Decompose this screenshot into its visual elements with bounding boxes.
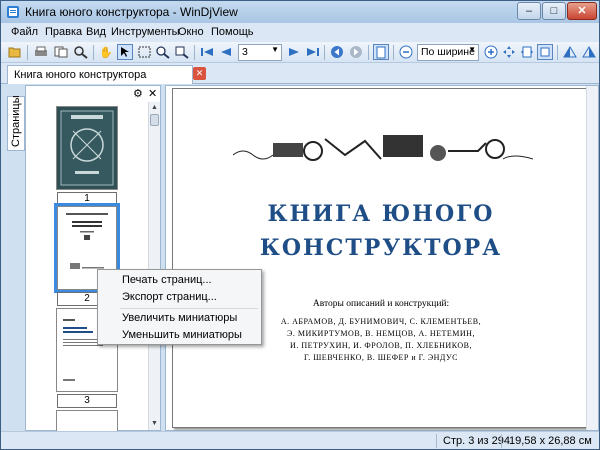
cover-art — [60, 110, 114, 186]
engraving-illustration — [233, 135, 533, 161]
zoom-rect-icon[interactable] — [155, 44, 171, 60]
forward-icon[interactable] — [348, 44, 364, 60]
tab-strip: Книга юного конструктора ✕ — [1, 63, 599, 84]
thumbnail-number: 3 — [57, 394, 117, 408]
app-window: Книга юного конструктора - WinDjView – □… — [0, 0, 600, 450]
page-number-value: 3 — [242, 46, 248, 58]
document-page: КНИГА ЮНОГО КОНСТРУКТОРА Авторы описаний… — [172, 88, 588, 428]
last-page-icon[interactable] — [305, 44, 321, 60]
next-page-icon[interactable] — [286, 44, 302, 60]
context-menu: Печать страниц... Экспорт страниц... Уве… — [97, 269, 262, 345]
print-icon[interactable] — [33, 44, 49, 60]
magnifier-icon[interactable] — [174, 44, 190, 60]
maximize-button[interactable]: □ — [542, 2, 566, 20]
document-view[interactable]: КНИГА ЮНОГО КОНСТРУКТОРА Авторы описаний… — [165, 85, 599, 431]
document-scrollbar[interactable] — [586, 86, 598, 430]
chevron-down-icon[interactable]: ▼ — [271, 45, 279, 54]
scroll-down-icon[interactable]: ▼ — [149, 418, 160, 429]
menu-item-print-pages[interactable]: Печать страниц... — [122, 274, 212, 286]
pane-header: ⚙ ✕ — [26, 86, 160, 102]
fit-page-icon[interactable] — [501, 44, 517, 60]
menu-help[interactable]: Помощь — [211, 26, 254, 38]
zoom-plus-icon[interactable] — [483, 44, 499, 60]
scroll-thumb[interactable] — [150, 114, 159, 126]
close-button[interactable]: ✕ — [567, 2, 597, 20]
window-title: Книга юного конструктора - WinDjView — [25, 5, 238, 19]
find-icon[interactable] — [73, 44, 89, 60]
close-pane-icon[interactable]: ✕ — [148, 87, 157, 100]
minimize-button[interactable]: – — [517, 2, 541, 20]
toolbar: ✋ 3 ▼ По ширине ▼ — [1, 42, 599, 63]
menu-item-export-pages[interactable]: Экспорт страниц... — [122, 291, 217, 303]
rotate-left-icon[interactable] — [562, 44, 578, 60]
thumbnails-scrollbar[interactable]: ▲ ▼ — [148, 102, 160, 430]
chevron-down-icon[interactable]: ▼ — [468, 45, 476, 54]
status-page-info: Стр. 3 из 294 — [443, 435, 510, 447]
thumbnails-pane: ⚙ ✕ 1 2 3 ▲ ▼ — [25, 85, 161, 432]
select-cursor-icon[interactable] — [117, 44, 133, 60]
menu-edit[interactable]: Правка — [45, 26, 82, 38]
authors-line: Г. ШЕВЧЕНКО, В. ШЕФЕР и Г. ЭНДУС — [304, 353, 458, 362]
zoom-value: По ширине — [421, 46, 475, 58]
menu-window[interactable]: Окно — [178, 26, 204, 38]
gear-icon[interactable]: ⚙ — [133, 87, 143, 100]
select-rect-icon[interactable] — [136, 44, 152, 60]
menu-bar: Файл Правка Вид Инструменты Окно Помощь — [1, 23, 599, 42]
copy-icon[interactable] — [53, 44, 69, 60]
menu-item-enlarge-thumbnails[interactable]: Увеличить миниатюры — [122, 312, 237, 324]
book-title-line-2: КОНСТРУКТОРА — [259, 235, 503, 261]
status-page-size: 19,58 x 26,88 см — [509, 435, 592, 447]
tab-pages-label: Страницы — [10, 95, 22, 147]
thumbnail-4[interactable] — [56, 410, 118, 432]
thumbnail-number: 1 — [57, 192, 117, 206]
tab-pages[interactable]: Страницы — [7, 95, 25, 151]
open-icon[interactable] — [7, 44, 23, 60]
menu-view[interactable]: Вид — [86, 26, 106, 38]
fit-width-icon[interactable] — [519, 44, 535, 60]
thumbnail-1[interactable] — [56, 106, 118, 190]
page-number-field[interactable]: 3 ▼ — [238, 44, 282, 61]
zoom-minus-icon[interactable] — [398, 44, 414, 60]
app-icon — [7, 6, 19, 18]
book-title-line-1: КНИГА ЮНОГО — [267, 201, 495, 227]
hand-tool-icon[interactable]: ✋ — [98, 44, 114, 60]
tab-document[interactable]: Книга юного конструктора ✕ — [7, 65, 206, 84]
zoom-select[interactable]: По ширине ▼ — [417, 44, 479, 61]
title-bar: Книга юного конструктора - WinDjView – □… — [1, 1, 599, 23]
menu-file[interactable]: Файл — [11, 26, 38, 38]
menu-tools[interactable]: Инструменты — [111, 26, 180, 38]
status-bar: Стр. 3 из 294 19,58 x 26,88 см — [1, 431, 599, 449]
prev-page-icon[interactable] — [218, 44, 234, 60]
tab-label: Книга юного конструктора — [14, 69, 147, 81]
single-page-icon[interactable] — [373, 44, 389, 60]
back-icon[interactable] — [329, 44, 345, 60]
scroll-up-icon[interactable]: ▲ — [149, 102, 160, 113]
actual-size-icon[interactable] — [537, 44, 553, 60]
close-tab-icon[interactable]: ✕ — [193, 67, 206, 80]
menu-item-shrink-thumbnails[interactable]: Уменьшить миниатюры — [122, 329, 242, 341]
rotate-right-icon[interactable] — [581, 44, 597, 60]
first-page-icon[interactable] — [199, 44, 215, 60]
